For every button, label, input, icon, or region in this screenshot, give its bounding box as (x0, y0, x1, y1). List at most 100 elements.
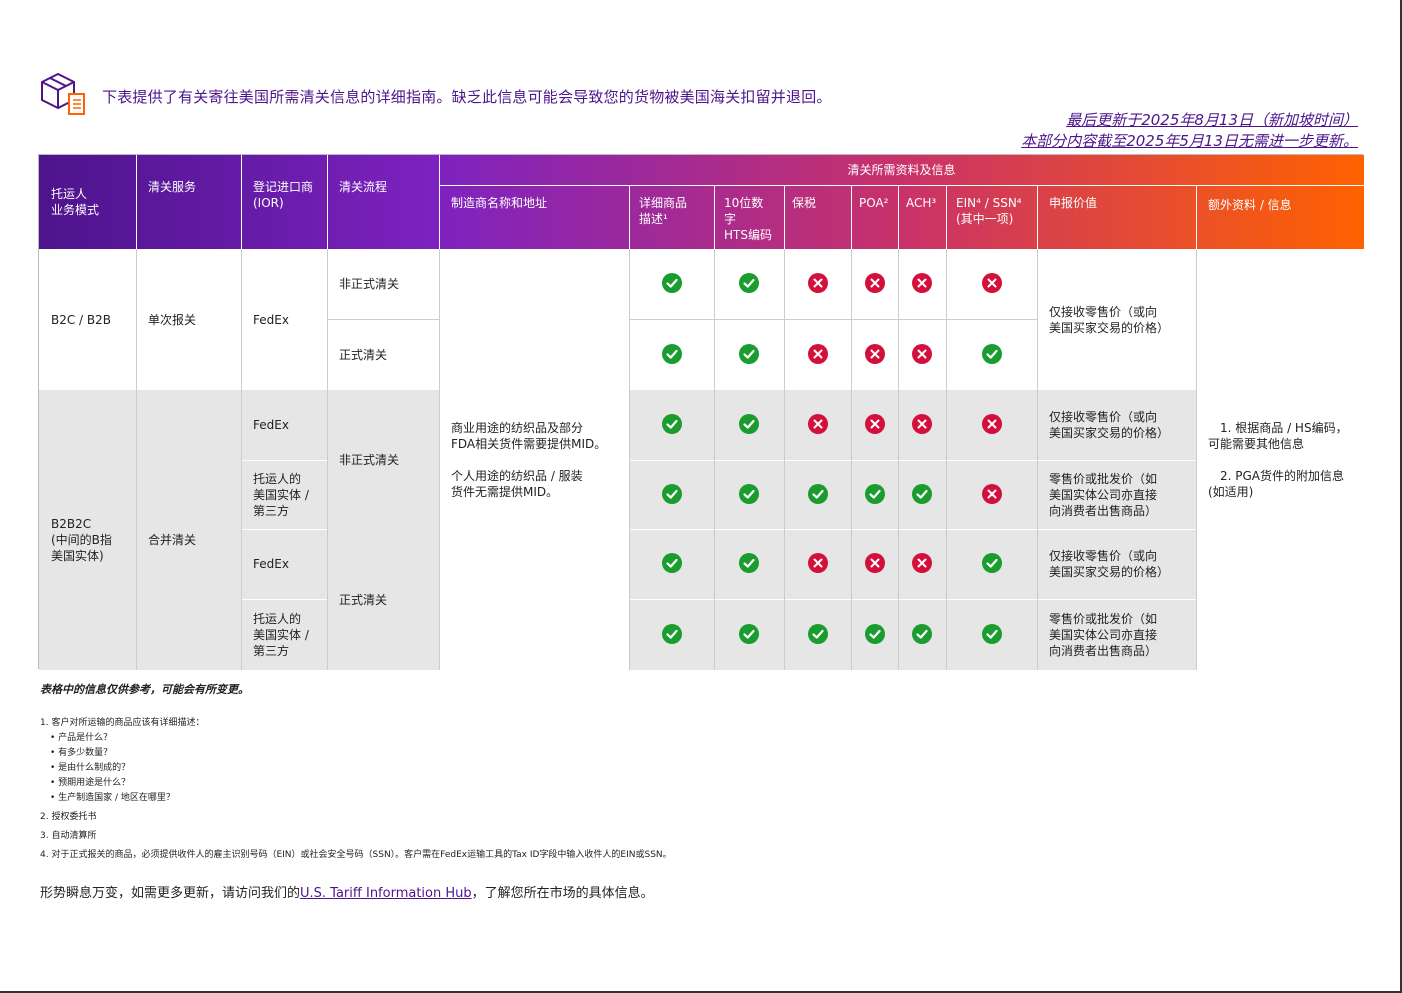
declared-value: 仅接收零售价（或向 美国买家交易的价格） (1037, 529, 1196, 599)
cross-icon (981, 414, 1002, 434)
b2b2c-model-text: 美国实体) (51, 549, 104, 563)
b2b2c-model-text: (中间的B指 (51, 533, 112, 547)
footnote-4: 4. 对于正式报关的商品，必须提供收件人的雇主识别号码（EIN）或社会安全号码（… (40, 850, 672, 860)
header-bond: 保税 (784, 185, 851, 249)
process-formal: 正式清关 (327, 319, 439, 390)
check-icon (661, 273, 682, 293)
row-ior-text: FedEx (253, 557, 289, 571)
footnote-2: 2. 授权委托书 (40, 812, 97, 822)
cross-icon (864, 414, 885, 434)
declared-value-text: 美国买家交易的价格） (1049, 565, 1170, 579)
header-description: 详细商品 描述¹ (629, 185, 714, 249)
check-icon (739, 343, 759, 364)
footnote-1-item: • 有多少数量？ (50, 748, 113, 758)
process-formal: 正式清关 (327, 529, 439, 670)
cross-icon (912, 343, 932, 364)
update-notice: 最后更新于2025年8月13日（新加坡时间） 本部分内容截至2025年5月13日… (1021, 110, 1358, 152)
header-additional-text: 额外资料 / 信息 (1208, 198, 1292, 212)
footer-text-after: ，了解您所在市场的具体信息。 (471, 886, 654, 901)
header-bond-text: 保税 (792, 196, 817, 210)
check-icon (807, 483, 828, 504)
process-informal-text: 非正式清关 (339, 452, 400, 467)
column-divider (714, 249, 715, 670)
cross-icon (912, 553, 932, 573)
intro: 下表提供了有关寄往美国所需清关信息的详细指南。缺乏此信息可能会导致您的货物被美国… (38, 70, 832, 118)
check-icon (661, 553, 682, 573)
check-icon (807, 623, 828, 644)
declared-value: 仅接收零售价（或向 美国买家交易的价格） (1037, 249, 1196, 390)
header-ein: EIN⁴ / SSN⁴ (其中一项) (946, 185, 1037, 249)
cross-icon (864, 273, 885, 293)
check-icon (912, 623, 932, 644)
no-further-update: 本部分内容截至2025年5月13日无需进一步更新。 (1021, 132, 1358, 150)
footer: 形势瞬息万变，如需更多更新，请访问我们的U.S. Tariff Informat… (40, 882, 654, 901)
manufacturer-info: 商业用途的纺织品及部分 FDA相关货件需要提供MID。 个人用途的纺织品 / 服装… (439, 249, 629, 670)
column-divider (629, 249, 630, 670)
footnote-1-item: • 是由什么制成的？ (50, 763, 131, 773)
b2b2c-service: 合并清关 (136, 390, 241, 670)
row-ior: FedEx (241, 390, 327, 460)
footnotes: 1. 客户对所运输的商品应该有详细描述： • 产品是什么？ • 有多少数量？ •… (40, 716, 672, 863)
header-poa-text: POA² (859, 196, 889, 210)
header-description-text: 详细商品 (639, 196, 688, 210)
check-icon (739, 483, 759, 504)
row-ior-text: 美国实体 / (253, 627, 309, 642)
row-ior-text: 第三方 (253, 503, 290, 518)
header-ein-text: (其中一项) (956, 212, 1014, 226)
header-ach: ACH³ (898, 185, 946, 249)
declared-value-text: 仅接收零售价（或向 (1049, 304, 1158, 319)
tariff-hub-link[interactable]: U.S. Tariff Information Hub (300, 886, 472, 901)
row-ior-text: 托运人的 (253, 471, 302, 486)
check-icon (864, 483, 885, 504)
header-hts-text: 10位数字 (724, 196, 764, 226)
declared-value: 零售价或批发价（如 美国实体公司亦直接 向消费者出售商品） (1037, 460, 1196, 529)
check-icon (661, 414, 682, 434)
cross-icon (981, 483, 1002, 504)
manufacturer-info-text: 个人用途的纺织品 / 服装 (451, 468, 583, 483)
row-ior-text: FedEx (253, 418, 289, 432)
cross-icon (912, 414, 932, 434)
header-declared-value-text: 申报价值 (1049, 196, 1098, 210)
header-clearance-service-text: 清关服务 (148, 180, 197, 194)
process-informal-text: 非正式清关 (339, 277, 400, 291)
manufacturer-info-text: 商业用途的纺织品及部分 (451, 420, 584, 435)
row-ior: FedEx (241, 529, 327, 599)
declared-value: 零售价或批发价（如 美国实体公司亦直接 向消费者出售商品） (1037, 599, 1196, 670)
additional-info-text: 可能需要其他信息 (1208, 436, 1305, 451)
header-shipper-model-text: 业务模式 (51, 203, 100, 217)
check-icon (912, 483, 932, 504)
declared-value-text: 向消费者出售商品） (1049, 643, 1158, 658)
b2b2c-service-text: 合并清关 (148, 533, 197, 547)
row-ior-text: 托运人的 (253, 611, 302, 626)
header-process-text: 清关流程 (339, 180, 388, 194)
footnote-1-item: • 预期用途是什么？ (50, 778, 131, 788)
header-required-group: 清关所需资料及信息 (439, 155, 1364, 185)
declared-value-text: 美国买家交易的价格） (1049, 426, 1170, 440)
check-icon (739, 273, 759, 293)
footnote-1-item: • 产品是什么？ (50, 733, 113, 743)
header-ior-text: 登记进口商 (253, 180, 314, 194)
footnote-3: 3. 自动清算所 (40, 831, 97, 841)
header-process: 清关流程 (327, 155, 439, 249)
header-declared-value: 申报价值 (1037, 185, 1196, 249)
column-divider (946, 249, 947, 670)
intro-text: 下表提供了有关寄往美国所需清关信息的详细指南。缺乏此信息可能会导致您的货物被美国… (102, 87, 832, 106)
header-clearance-service: 清关服务 (136, 155, 241, 249)
header-shipper-model-text: 托运人 (51, 187, 88, 201)
cross-icon (981, 273, 1002, 293)
cross-icon (864, 343, 885, 364)
check-icon (864, 623, 885, 644)
declared-value: 仅接收零售价（或向 美国买家交易的价格） (1037, 390, 1196, 460)
check-icon (981, 553, 1002, 573)
declared-value-text: 仅接收零售价（或向 (1049, 410, 1158, 424)
row-divider (629, 319, 1037, 320)
cross-icon (807, 343, 828, 364)
process-formal-text: 正式清关 (339, 592, 388, 607)
process-formal-text: 正式清关 (339, 347, 388, 362)
header-manufacturer-text: 制造商名称和地址 (451, 196, 548, 210)
header-required-group-text: 清关所需资料及信息 (847, 163, 956, 177)
declared-value-text: 美国实体公司亦直接 (1049, 627, 1158, 642)
check-icon (981, 623, 1002, 644)
check-icon (739, 623, 759, 644)
check-icon (661, 343, 682, 364)
